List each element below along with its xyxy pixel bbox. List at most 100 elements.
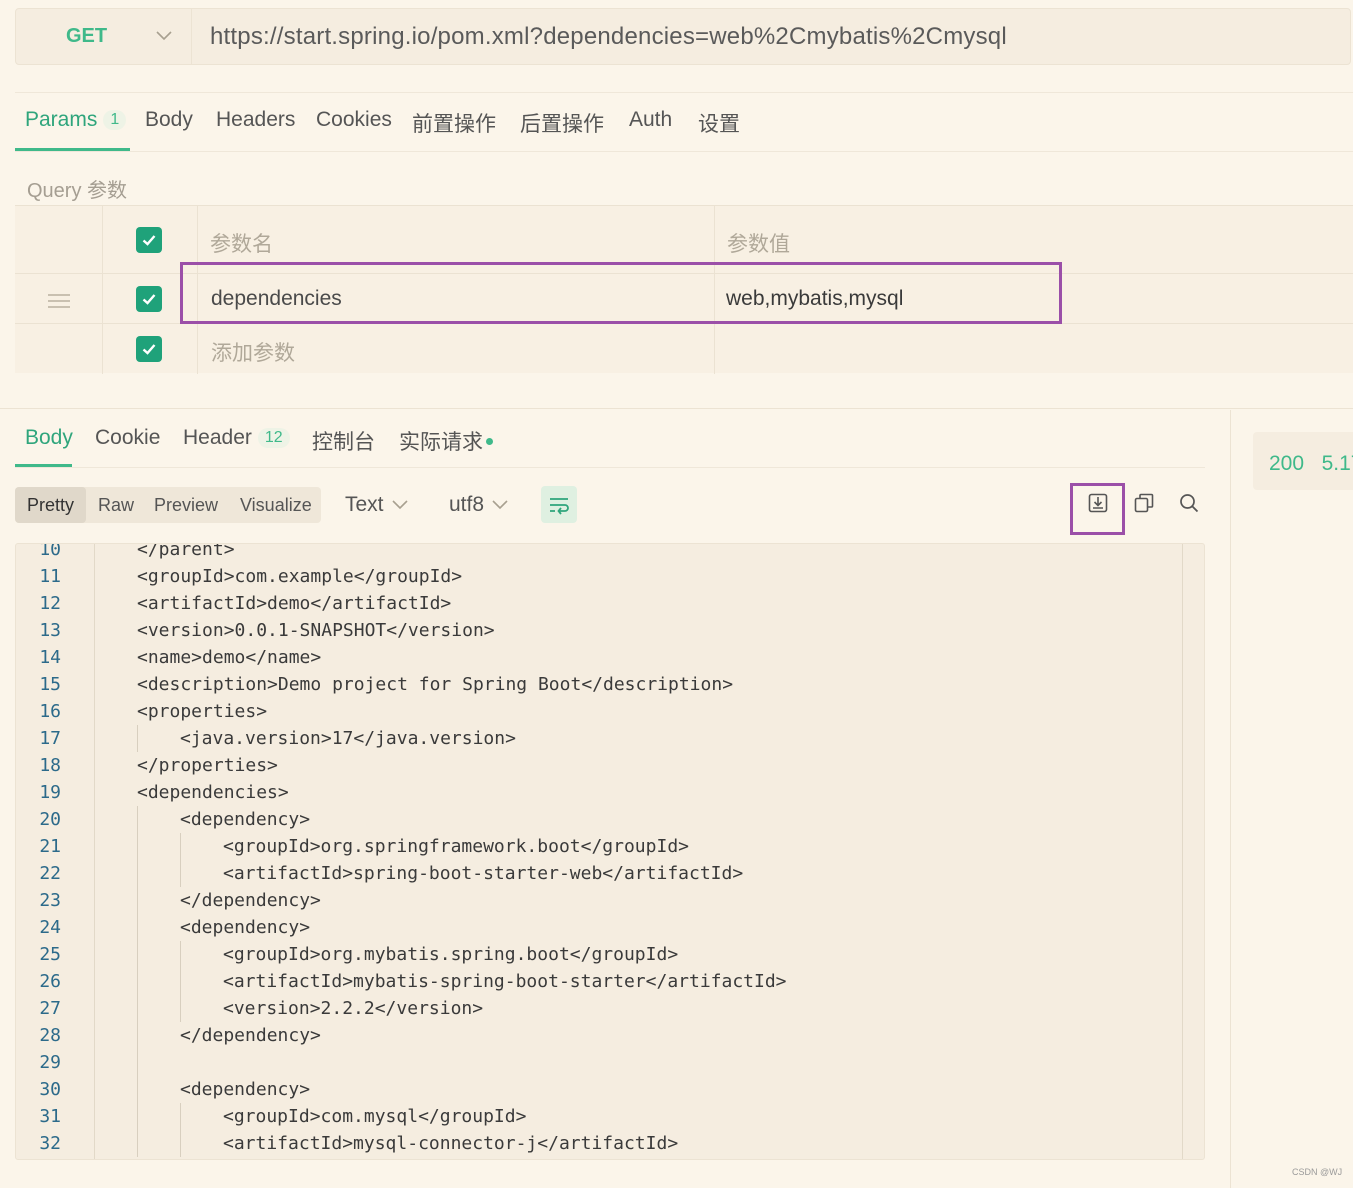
param-value-header: 参数值 [727,233,790,256]
tab-actual-request-label: 实际请求 [399,431,483,454]
params-header-row: 参数名 参数值 [15,206,1353,274]
check-icon [142,294,156,305]
view-preview-button[interactable]: Preview [142,487,230,523]
save-to-file-icon[interactable] [1087,492,1109,514]
indent-guide [137,1049,138,1076]
code-text: </parent> [137,543,235,560]
check-icon [142,235,156,246]
add-param-input[interactable]: 添加参数 [211,337,295,367]
chevron-down-icon [156,31,172,41]
code-line: 18 </properties> [16,752,1196,779]
indent-guide [137,806,138,833]
active-tab-indicator [15,464,72,467]
indent-guide [180,833,181,860]
params-count-badge: 1 [103,110,127,131]
code-line: 17 <java.version>17</java.version> [16,725,1196,752]
param-row-checkbox[interactable] [136,286,162,312]
response-time: 5.17 [1321,452,1353,475]
indent-guide [180,968,181,995]
indent-guide [137,941,138,968]
code-text: <version>0.0.1-SNAPSHOT</version> [137,620,495,641]
line-number: 29 [39,1052,61,1073]
tab-settings[interactable]: 设置 [698,108,740,138]
line-number: 30 [39,1079,61,1100]
tab-params[interactable]: Params 1 [25,108,127,132]
encoding-select[interactable]: utf8 [449,493,508,517]
code-text: <groupId>org.springframework.boot</group… [223,836,689,857]
line-number: 32 [39,1133,61,1154]
status-dot-icon [486,437,493,445]
tab-response-body[interactable]: Body [25,426,73,450]
view-raw-button[interactable]: Raw [86,487,146,523]
active-tab-indicator [15,148,130,151]
word-wrap-button[interactable] [541,486,577,523]
tab-post-operations[interactable]: 后置操作 [520,108,604,138]
tab-cookies[interactable]: Cookies [316,108,392,132]
param-value-input[interactable]: web,mybatis,mysql [726,287,903,311]
encoding-select-value: utf8 [449,493,485,516]
line-number: 11 [39,566,61,587]
code-text: </dependency> [180,890,321,911]
code-text: <groupId>com.mysql</groupId> [223,1106,527,1127]
code-line: 16 <properties> [16,698,1196,725]
line-number: 31 [39,1106,61,1127]
code-text: <groupId>com.example</groupId> [137,566,463,587]
code-line: 11 <groupId>com.example</groupId> [16,563,1196,590]
status-code-value: 200 [1269,452,1305,475]
method-select[interactable]: GET [16,9,192,64]
line-number: 26 [39,971,61,992]
tab-auth[interactable]: Auth [629,108,672,132]
chevron-down-icon [391,500,408,510]
line-number: 25 [39,944,61,965]
indent-guide [180,995,181,1022]
line-number: 10 [39,543,61,560]
tab-response-header[interactable]: Header 12 [183,426,290,450]
view-visualize-button[interactable]: Visualize [228,487,324,523]
line-number: 19 [39,782,61,803]
tab-headers[interactable]: Headers [216,108,295,132]
code-text: </dependency> [180,1025,321,1046]
param-name-input[interactable]: dependencies [211,287,342,311]
line-number: 16 [39,701,61,722]
tab-response-header-label: Header [183,426,252,449]
code-line: 20 <dependency> [16,806,1196,833]
line-number: 28 [39,1025,61,1046]
check-icon [142,344,156,355]
search-icon[interactable] [1178,492,1200,514]
indent-guide [180,860,181,887]
code-text: <dependency> [180,1079,311,1100]
code-line: 29 [16,1049,1196,1076]
select-all-checkbox[interactable] [136,227,162,253]
tab-body[interactable]: Body [145,108,193,132]
indent-guide [137,914,138,941]
url-bar: GET https://start.spring.io/pom.xml?depe… [15,8,1351,65]
line-number: 23 [39,890,61,911]
request-tabs: Params 1 Body Headers Cookies 前置操作 后置操作 A… [15,92,1353,152]
code-viewer[interactable]: 10 </parent> 11 <groupId>com.example</group… [15,543,1205,1160]
line-number: 18 [39,755,61,776]
response-meta-panel: 200 5.17 [1230,410,1353,1188]
line-number: 22 [39,863,61,884]
drag-handle-icon[interactable] [48,294,70,308]
url-input[interactable]: https://start.spring.io/pom.xml?dependen… [210,23,1007,51]
format-select-value: Text [345,493,384,516]
line-number: 21 [39,836,61,857]
line-number: 24 [39,917,61,938]
code-line: 23 </dependency> [16,887,1196,914]
param-row: dependencies web,mybatis,mysql [15,274,1353,324]
tab-response-cookie[interactable]: Cookie [95,426,160,450]
chevron-down-icon [492,500,508,510]
code-text: <artifactId>mysql-connector-j</artifactI… [223,1133,679,1154]
line-number: 12 [39,593,61,614]
indent-guide [137,725,138,752]
copy-icon[interactable] [1133,492,1155,514]
format-select[interactable]: Text [345,493,408,517]
line-number: 27 [39,998,61,1019]
add-row-checkbox[interactable] [136,336,162,362]
indent-guide [180,941,181,968]
tab-console[interactable]: 控制台 [312,426,375,456]
view-pretty-button[interactable]: Pretty [15,487,87,523]
tab-pre-operations[interactable]: 前置操作 [412,108,496,138]
tab-actual-request[interactable]: 实际请求 [399,426,493,456]
code-line: 10 </parent> [16,543,1196,563]
